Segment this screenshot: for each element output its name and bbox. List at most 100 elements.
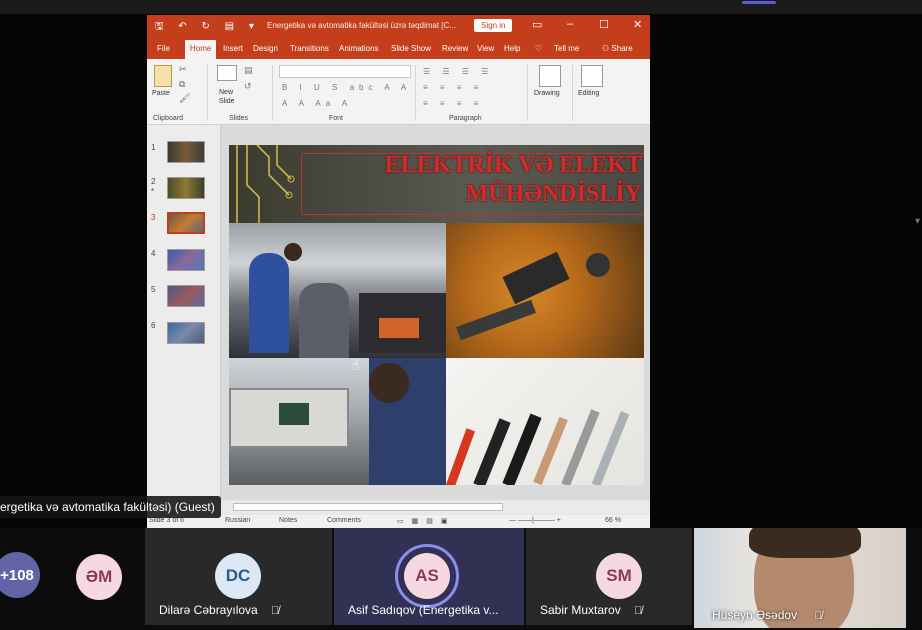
editing-label: Editing [578, 90, 600, 97]
tab-insert[interactable]: Insert [223, 44, 243, 53]
tab-view[interactable]: View [477, 44, 494, 53]
drawing-label: Drawing [534, 90, 560, 97]
group-font: Font [329, 115, 344, 122]
cut-icon[interactable]: ✂ [179, 64, 187, 75]
mic-muted-icon: 🎙̸ [271, 605, 280, 617]
zoom-slider[interactable]: — ——|——— + [509, 517, 561, 524]
font-color-buttons[interactable]: A A Aa A [282, 99, 352, 108]
list-buttons[interactable]: ☰ ☰ ☰ ☰ [423, 67, 493, 76]
participant-tile-sm[interactable]: SM Sabir Muxtarov 🎙̸ [526, 528, 692, 625]
horizontal-scrollbar[interactable] [221, 501, 650, 513]
meeting-top-strip [0, 0, 922, 14]
slide-number: 5 [151, 285, 156, 294]
slide-editor: ELEKTRİK VƏ ELEKT MÜHƏNDİSLİY ☝ [221, 125, 650, 500]
chevron-down-icon[interactable]: ▾ [915, 216, 920, 227]
tab-design[interactable]: Design [253, 44, 278, 53]
zoom-level[interactable]: 66 % [605, 517, 621, 524]
slide-title-banner: ELEKTRİK VƏ ELEKT MÜHƏNDİSLİY [229, 145, 644, 223]
quick-access-icons[interactable]: 🖫 ↶ ↻ ▤ ▾ [155, 19, 260, 36]
ribbon-display-icon[interactable]: ▭ [532, 18, 542, 31]
paragraph-buttons[interactable]: ≡ ≡ ≡ ≡ [423, 99, 483, 108]
participant-tile-dc[interactable]: DC Dilarə Cəbrayılova 🎙̸ [145, 528, 332, 625]
slide-thumbnail-4[interactable] [167, 249, 205, 271]
group-paragraph: Paragraph [449, 115, 482, 122]
participant-tile-em[interactable]: ƏM [52, 528, 142, 625]
ppt-status-bar: Slide 3 of 6 Russian Notes Comments ▭▦▤▣… [147, 515, 650, 528]
slide-number: 2 [151, 177, 156, 186]
current-slide[interactable]: ELEKTRİK VƏ ELEKT MÜHƏNDİSLİY [229, 145, 644, 485]
tab-review[interactable]: Review [442, 44, 468, 53]
tab-slide-show[interactable]: Slide Show [391, 44, 431, 53]
mouse-pointer-icon: ☝ [351, 357, 360, 373]
comments-button[interactable]: Comments [327, 517, 361, 524]
slide-title: ELEKTRİK VƏ ELEKT MÜHƏNDİSLİY [312, 151, 642, 209]
divider [527, 65, 528, 121]
slide-thumbnails-pane: 1 2 * 3 4 5 6 [147, 125, 221, 500]
search-icon[interactable] [581, 65, 603, 87]
share-button[interactable]: ⚇ Share [602, 44, 633, 53]
sign-in-button[interactable]: Sign in [474, 19, 513, 32]
participant-name: Dilarə Cəbrayılova [159, 603, 258, 617]
tab-transitions[interactable]: Transitions [290, 44, 329, 53]
minimize-icon[interactable]: – [567, 18, 573, 30]
divider [572, 65, 573, 121]
tab-help[interactable]: Help [504, 44, 520, 53]
slide-number: 6 [151, 321, 156, 330]
language-indicator[interactable]: Russian [225, 517, 250, 524]
paste-label: Paste [152, 90, 170, 97]
home-ribbon: Paste ✂ ⧉ 🖌 New Slide ▤ ↺ B I U S abc A … [147, 59, 650, 125]
avatar: DC [215, 553, 261, 599]
presenter-name-label: ergetika və avtomatika fakültəsi) (Guest… [0, 496, 221, 518]
align-buttons[interactable]: ≡ ≡ ≡ ≡ [423, 83, 483, 92]
slide-thumbnail-2[interactable] [167, 177, 205, 199]
close-icon[interactable]: ✕ [633, 18, 642, 31]
paste-icon[interactable] [154, 65, 172, 87]
photo-electric-cables [446, 358, 644, 485]
divider [207, 65, 208, 121]
photo-engineers-lab [229, 223, 446, 358]
participant-tile-as[interactable]: AS Asif Sadıqov (Energetika v... [334, 528, 524, 625]
slide-title-line-1: ELEKTRİK VƏ ELEKT [384, 152, 642, 178]
divider [415, 65, 416, 121]
active-tab-indicator [742, 1, 776, 4]
tell-me-search[interactable]: Tell me [554, 44, 579, 53]
new-slide-icon[interactable] [217, 65, 237, 81]
slide-number: 1 [151, 143, 156, 152]
slide-thumbnail-1[interactable] [167, 141, 205, 163]
slide-thumbnail-5[interactable] [167, 285, 205, 307]
mic-muted-icon: 🎙̸ [814, 610, 823, 622]
participant-strip: +108 ƏM DC Dilarə Cəbrayılova 🎙̸ AS Asif… [0, 528, 922, 630]
reset-icon[interactable]: ↺ [244, 81, 252, 92]
view-buttons[interactable]: ▭▦▤▣ [397, 517, 455, 525]
copy-icon[interactable]: ⧉ [179, 79, 185, 90]
tab-animations[interactable]: Animations [339, 44, 379, 53]
share-label: Share [611, 44, 633, 53]
participant-video-tile[interactable]: Hüseyn Əsədov 🎙̸ [694, 528, 906, 628]
circuit-decoration-icon [236, 145, 295, 223]
avatar: AS [404, 553, 450, 599]
slide-title-line-2: MÜHƏNDİSLİY [465, 181, 642, 207]
tab-home[interactable]: Home [185, 40, 217, 59]
notes-button[interactable]: Notes [279, 517, 297, 524]
lightbulb-icon: ♡ [535, 44, 543, 53]
layout-icon[interactable]: ▤ [244, 65, 253, 76]
animation-star-icon: * [151, 187, 155, 196]
ppt-title-bar: 🖫 ↶ ↻ ▤ ▾ Energetika və avtomatika fakül… [147, 15, 650, 37]
ribbon-tabs: File Home Insert Design Transitions Anim… [147, 37, 650, 59]
font-name-box[interactable] [279, 65, 411, 78]
more-participants-button[interactable]: +108 [0, 552, 40, 598]
group-clipboard: Clipboard [153, 115, 183, 122]
font-format-buttons[interactable]: B I U S abc A A [282, 83, 411, 92]
mic-muted-icon: 🎙̸ [634, 605, 643, 617]
participant-name: Sabir Muxtarov [540, 603, 621, 617]
maximize-icon[interactable]: ☐ [599, 18, 609, 31]
scrollbar-track[interactable] [233, 503, 503, 511]
slide-thumbnail-6[interactable] [167, 322, 205, 344]
slide-thumbnail-3[interactable] [167, 212, 205, 234]
shared-powerpoint-window: 🖫 ↶ ↻ ▤ ▾ Energetika və avtomatika fakül… [147, 15, 650, 528]
format-painter-icon[interactable]: 🖌 [179, 93, 190, 104]
photo-circuit-board [446, 223, 644, 358]
drawing-icon[interactable] [539, 65, 561, 87]
tab-file[interactable]: File [157, 44, 170, 53]
slide-number: 4 [151, 249, 156, 258]
